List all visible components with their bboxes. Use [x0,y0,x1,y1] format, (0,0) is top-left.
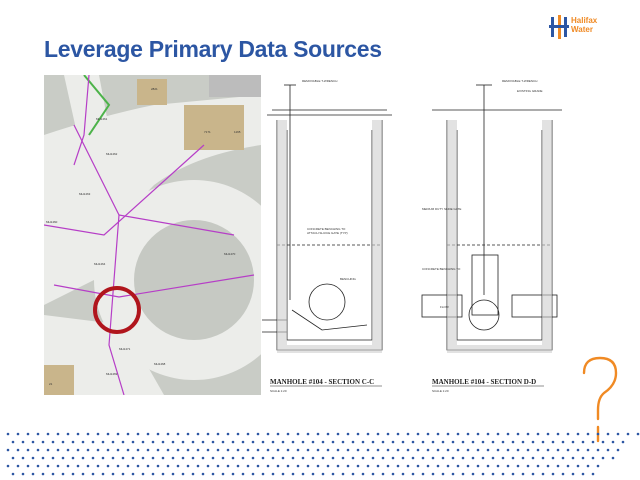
map-label: MH1463 [79,192,91,196]
map-label: MH1461 [96,117,108,121]
dot-grid-decoration [6,432,640,476]
note-slide-gate: MEDIUM DUTY SLIDE GATE [422,207,461,211]
note-sluice-gate: ATTACH SLUICE GATE (TYP) [307,231,348,235]
map-label: 2821 [151,87,158,91]
map-label: MH1462 [106,152,118,156]
slide-title: Leverage Primary Data Sources [44,36,382,62]
note-existing-grade: EXISTING GRADE [517,89,543,93]
section-caption-right: MANHOLE #104 - SECTION D-D [432,378,536,386]
logo-wordmark: Halifax Water [571,16,597,34]
section-caption-left: MANHOLE #104 - SECTION C-C [270,378,374,386]
map-label: MH1470 [224,252,236,256]
note-concrete-benching-right: CONCRETE BENCHING TO [422,267,461,271]
map-label: MH1471 [119,347,131,351]
logo-icon [549,15,569,39]
note-benching: BENCHING [340,277,357,281]
note-wrench-right: REMOVABLE T-WRENCH [502,79,537,83]
map-label: 21 [49,382,53,386]
map-label: MH1469 [106,372,118,376]
manhole-section-drawing: REMOVABLE T-WRENCH REMOVABLE T-WRENCH EX… [262,70,578,400]
halifax-water-logo: Halifax Water [549,15,629,41]
scale-caption-left: SCALE 1:20 [270,389,287,393]
map-label: MH1460 [46,220,58,224]
map-label: MH1468 [154,362,166,366]
map-label: MH1464 [94,262,106,266]
logo-line-2: Water [571,25,593,34]
logo-line-1: Halifax [571,16,598,25]
scale-caption-right: SCALE 1:20 [432,389,449,393]
flow-label: FLOW [440,305,449,309]
map-label: 7171 [204,130,211,134]
note-wrench-left: REMOVABLE T-WRENCH [302,79,337,83]
map-label: 1165 [234,130,241,134]
gis-map-image: 2821 7171 1165 MH1461 MH1462 MH1463 MH14… [44,75,261,395]
